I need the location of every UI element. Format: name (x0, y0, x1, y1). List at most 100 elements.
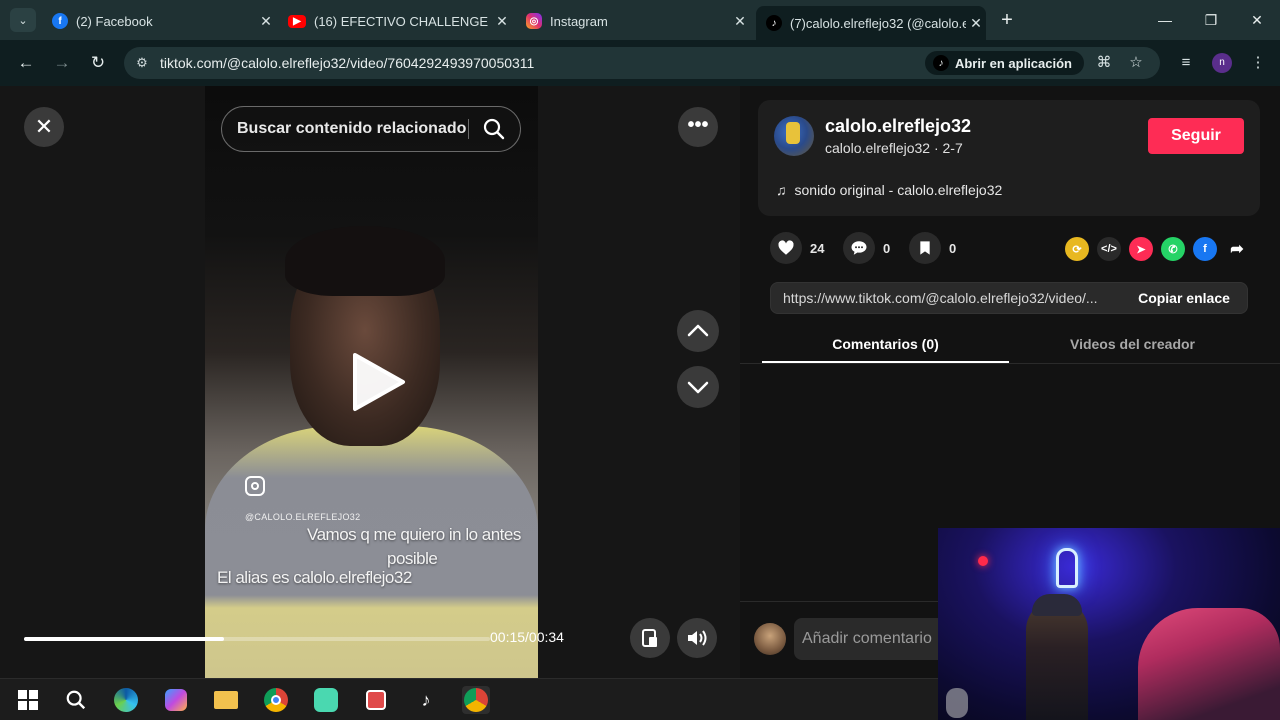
neon-sign (1056, 548, 1078, 588)
creator-avatar[interactable] (774, 116, 814, 156)
more-icon: ••• (687, 114, 709, 136)
address-bar[interactable]: ⚙ tiktok.com/@calolo.elreflejo32/video/7… (124, 47, 1160, 79)
volume-button[interactable] (677, 618, 717, 658)
open-in-app-label: Abrir en aplicación (954, 55, 1072, 71)
video-caption-line: El alias es calolo.elreflejo32 (217, 568, 412, 587)
webcam-overlay (938, 528, 1280, 720)
related-search-label: Buscar contenido relacionado (237, 120, 467, 137)
webcam-person-cap (1032, 594, 1082, 616)
music-note-icon: ♫ (776, 182, 787, 198)
save-stat[interactable]: 0 (909, 232, 956, 264)
heart-icon[interactable] (770, 232, 802, 264)
new-tab-button[interactable]: + (992, 8, 1022, 32)
close-tab-icon[interactable]: ✕ (256, 13, 276, 30)
tiktok-icon: ♪ (932, 55, 949, 71)
tiktok-icon[interactable]: ♪ (412, 686, 440, 714)
save-count: 0 (949, 240, 957, 256)
share-arrow-icon[interactable]: ➦ (1225, 237, 1249, 261)
comment-icon[interactable] (843, 232, 875, 264)
comment-count: 0 (883, 240, 891, 256)
minimize-button[interactable]: — (1150, 8, 1180, 32)
previous-video-button[interactable] (677, 310, 719, 352)
calendar-app-icon[interactable] (362, 686, 390, 714)
tab-instagram[interactable]: ◎ Instagram ✕ (516, 6, 750, 36)
search-icon[interactable] (62, 686, 90, 714)
restore-button[interactable]: ❐ (1196, 8, 1226, 32)
url-text[interactable]: tiktok.com/@calolo.elreflejo32/video/760… (160, 47, 534, 79)
menu-icon[interactable]: ⋮ (1248, 53, 1268, 73)
tab-facebook[interactable]: f (2) Facebook ✕ (42, 6, 276, 36)
active-tab-indicator (762, 361, 1009, 363)
profile-avatar[interactable]: n (1212, 53, 1232, 73)
chrome-icon[interactable] (262, 686, 290, 714)
search-icon[interactable] (482, 117, 506, 141)
copy-link-button[interactable]: Copiar enlace (1119, 283, 1247, 313)
like-count: 24 (810, 240, 825, 256)
edge-icon[interactable] (112, 686, 140, 714)
reload-button[interactable]: ↻ (85, 50, 111, 76)
tab-title: (7)calolo.elreflejo32 (@calolo.el (790, 15, 966, 31)
facebook-icon[interactable]: f (1193, 237, 1217, 261)
tab-youtube[interactable]: ▶ (16) EFECTIVO CHALLENGE - La ✕ (278, 6, 512, 36)
volume-icon (688, 630, 707, 646)
tab-tiktok[interactable]: ♪ (7)calolo.elreflejo32 (@calolo.el ✕ (756, 6, 986, 40)
site-info-icon[interactable]: ⚙ (134, 55, 150, 71)
miniplayer-icon (642, 629, 657, 647)
bookmark-icon[interactable] (909, 232, 941, 264)
video-time: 00:15/00:34 (490, 629, 564, 645)
forward-button[interactable]: → (49, 50, 75, 76)
video-caption-line: posible (387, 549, 438, 568)
close-tab-icon[interactable]: ✕ (492, 13, 512, 30)
share-link-text[interactable]: https://www.tiktok.com/@calolo.elreflejo… (783, 283, 1119, 313)
more-options-button[interactable]: ••• (678, 107, 718, 147)
send-icon[interactable]: ➤ (1129, 237, 1153, 261)
tab-search-button[interactable]: ⌄ (10, 8, 36, 32)
back-button[interactable]: ← (13, 50, 39, 76)
sound-link[interactable]: ♫ sonido original - calolo.elreflejo32 (776, 182, 1002, 198)
media-control-icon[interactable]: ≡ (1176, 53, 1196, 73)
whatsapp-icon[interactable]: ✆ (1161, 237, 1185, 261)
related-search-box[interactable]: Buscar contenido relacionado (221, 106, 521, 152)
close-tab-icon[interactable]: ✕ (966, 15, 986, 32)
tab-title: (16) EFECTIVO CHALLENGE - La (314, 13, 492, 29)
repost-icon[interactable]: ⟳ (1065, 237, 1089, 261)
instagram-icon: ◎ (526, 13, 542, 29)
open-in-app-button[interactable]: ♪ Abrir en aplicación (924, 51, 1084, 75)
floating-player-button[interactable] (630, 618, 670, 658)
bookmark-star-icon[interactable]: ☆ (1126, 53, 1146, 73)
instagram-watermark-icon (245, 476, 265, 496)
next-video-button[interactable] (677, 366, 719, 408)
like-stat[interactable]: 24 (770, 232, 824, 264)
tab-comments[interactable]: Comentarios (0) (762, 324, 1009, 364)
tab-title: Instagram (550, 13, 608, 29)
translate-icon[interactable]: ⌘ (1094, 53, 1114, 73)
video-caption-line: Vamos q me quiero in lo antes (307, 525, 521, 544)
chrome-profile-icon[interactable] (462, 686, 490, 714)
video-frame[interactable]: @CALOLO.ELREFLEJO32 Vamos q me quiero in… (205, 86, 538, 678)
chevron-down-icon (687, 381, 709, 394)
comment-stat[interactable]: 0 (843, 232, 890, 264)
file-explorer-icon[interactable] (212, 686, 240, 714)
windows-start-icon[interactable] (14, 686, 42, 714)
follow-button[interactable]: Seguir (1148, 118, 1244, 154)
microphone (946, 688, 968, 718)
video-progress-bar[interactable] (24, 637, 490, 641)
creator-card: calolo.elreflejo32 calolo.elreflejo32 · … (758, 100, 1260, 216)
browser-toolbar: ← → ↻ ⚙ tiktok.com/@calolo.elreflejo32/v… (0, 40, 1280, 86)
facebook-icon: f (52, 13, 68, 29)
share-link-box[interactable]: https://www.tiktok.com/@calolo.elreflejo… (770, 282, 1248, 314)
tab-creator-videos[interactable]: Videos del creador (1009, 324, 1256, 364)
close-player-button[interactable]: ✕ (24, 107, 64, 147)
close-tab-icon[interactable]: ✕ (730, 13, 750, 30)
creator-username[interactable]: calolo.elreflejo32 (825, 116, 971, 137)
close-window-button[interactable]: ✕ (1242, 8, 1272, 32)
streaming-app-icon[interactable] (312, 686, 340, 714)
embed-code-icon[interactable]: </> (1097, 237, 1121, 261)
play-icon[interactable] (345, 351, 407, 413)
chevron-down-icon: ⌄ (18, 14, 28, 27)
copilot-icon[interactable] (162, 686, 190, 714)
sound-label: sonido original - calolo.elreflejo32 (794, 182, 1003, 198)
creator-subline: calolo.elreflejo32 · 2-7 (825, 140, 963, 156)
stage-light (978, 556, 988, 566)
video-player[interactable]: @CALOLO.ELREFLEJO32 Vamos q me quiero in… (0, 86, 740, 678)
